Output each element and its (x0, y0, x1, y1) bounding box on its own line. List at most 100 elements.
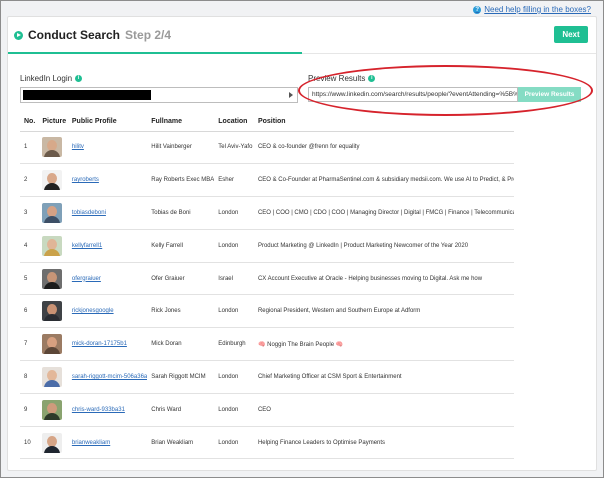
row-public-profile: kellyfarrell1 (67, 229, 148, 263)
avatar-body (44, 150, 61, 158)
row-public-profile: brianweakliam (67, 426, 148, 460)
avatar (42, 137, 63, 158)
profile-link[interactable]: brianweakliam (72, 440, 110, 446)
row-location: London (214, 229, 254, 263)
preview-results-button[interactable]: Preview Results (518, 87, 581, 102)
row-fullname: Rick Jones (147, 294, 215, 329)
row-position: Helping Finance Leaders to Optimise Paym… (253, 426, 514, 460)
row-position: CEO & Co-Founder at PharmaSentinel.com &… (253, 163, 514, 198)
avatar-body (44, 445, 61, 453)
row-picture (38, 294, 68, 329)
row-picture (38, 262, 68, 296)
redacted-account (23, 90, 151, 100)
app-frame: ? Need help filling in the boxes? Conduc… (0, 0, 604, 478)
row-position: Regional President, Western and Southern… (253, 294, 514, 329)
row-fullname: Kelly Farrell (147, 229, 215, 263)
row-picture (38, 393, 68, 427)
header-public-profile: Public Profile (67, 112, 148, 132)
search-url-input[interactable]: https://www.linkedin.com/search/results/… (308, 87, 518, 102)
avatar-head (47, 435, 58, 447)
profile-link[interactable]: mick-doran-17175b1 (72, 341, 127, 347)
row-location: Esher (214, 163, 254, 198)
table-row: 3 tobiasdeboni Tobias de Boni London CEO | C… (20, 196, 514, 230)
info-icon: i (368, 75, 376, 82)
row-fullname: Sarah Riggott MCIM (147, 360, 215, 394)
row-picture (38, 163, 68, 198)
page-title: Conduct Search (28, 28, 121, 42)
table-row: 9 chris-ward-933ba31 Chris Ward London CEO (20, 393, 514, 427)
row-position: Product Marketing @ LinkedIn | Product M… (253, 229, 514, 263)
avatar-body (44, 314, 61, 322)
row-number: 6 (20, 294, 39, 329)
row-position: Chief Marketing Officer at CSM Sport & E… (253, 360, 514, 394)
table-row: 5 ofergraiuer Ofer Graiuer Israel CX Account… (20, 262, 514, 296)
title-group: Conduct Search Step 2/4 (14, 28, 171, 42)
row-position: 🧠 Noggin The Brain People 🧠 (253, 327, 514, 362)
row-number: 4 (20, 229, 39, 263)
row-number: 3 (20, 196, 39, 230)
avatar-body (44, 215, 61, 223)
play-circle-icon (14, 30, 23, 40)
avatar-body (44, 412, 61, 420)
table-row: 8 sarah-riggott-mcim-506a36a Sarah Riggott… (20, 360, 514, 394)
row-position: CX Account Executive at Oracle - Helping… (253, 262, 514, 296)
avatar (42, 366, 63, 387)
table-row: 10 brianweakliam Brian Weakliam London Helpi… (20, 426, 514, 460)
row-location: London (214, 360, 254, 394)
row-fullname: Hilit Vainberger (147, 131, 215, 165)
avatar (42, 399, 63, 420)
row-number: 1 (20, 131, 39, 165)
step-indicator: Step 2/4 (125, 28, 172, 42)
avatar (42, 334, 63, 355)
row-fullname: Ray Roberts Exec MBA (147, 163, 215, 198)
info-icon: i (75, 75, 83, 82)
preview-results-label: Preview Results i (308, 74, 376, 83)
row-number: 5 (20, 262, 39, 296)
question-icon: ? (473, 5, 482, 14)
row-location: London (214, 196, 254, 230)
profile-link[interactable]: rayroberts (72, 177, 99, 183)
profile-link[interactable]: kellyfarrell1 (72, 243, 102, 249)
row-public-profile: hilitv (67, 131, 148, 165)
avatar (42, 170, 63, 191)
header-picture: Picture (38, 112, 68, 132)
help-link-label[interactable]: Need help filling in the boxes? (484, 5, 591, 14)
row-public-profile: rickjonesgoogle (67, 294, 148, 329)
card-header: Conduct Search Step 2/4 Next (8, 17, 596, 54)
row-location: Israel (214, 262, 254, 296)
profile-link[interactable]: chris-ward-933ba31 (72, 407, 125, 413)
row-picture (38, 360, 68, 394)
profile-link[interactable]: sarah-riggott-mcim-506a36a (72, 374, 147, 380)
avatar (42, 202, 63, 223)
profile-link[interactable]: tobiasdeboni (72, 210, 106, 216)
row-position: CEO (253, 393, 514, 427)
table-header-row: No. Picture Public Profile Fullname Loca… (20, 112, 514, 132)
row-picture (38, 196, 68, 230)
help-link[interactable]: ? Need help filling in the boxes? (473, 5, 591, 14)
row-location: London (214, 393, 254, 427)
row-position: CEO & co-founder @frenn for equality (253, 131, 514, 165)
profile-link[interactable]: hilitv (72, 144, 84, 150)
row-fullname: Brian Weakliam (147, 426, 215, 460)
avatar-head (47, 271, 58, 283)
row-location: London (214, 294, 254, 329)
next-button[interactable]: Next (554, 26, 588, 43)
row-location: London (214, 426, 254, 460)
chevron-right-icon (289, 92, 293, 98)
avatar-body (44, 281, 61, 289)
row-number: 2 (20, 163, 39, 198)
header-position: Position (253, 112, 514, 132)
linkedin-login-select[interactable] (20, 87, 298, 103)
row-public-profile: mick-doran-17175b1 (67, 327, 148, 362)
row-fullname: Chris Ward (147, 393, 215, 427)
avatar-body (44, 183, 61, 191)
row-public-profile: sarah-riggott-mcim-506a36a (67, 360, 148, 394)
row-picture (38, 327, 68, 362)
row-position: CEO | COO | CMO | CDO | COO | Managing D… (253, 196, 514, 230)
row-location: Edinburgh (214, 327, 254, 362)
avatar (42, 301, 63, 322)
row-number: 9 (20, 393, 39, 427)
profile-link[interactable]: ofergraiuer (72, 276, 101, 282)
profile-link[interactable]: rickjonesgoogle (72, 308, 114, 314)
row-picture (38, 131, 68, 165)
